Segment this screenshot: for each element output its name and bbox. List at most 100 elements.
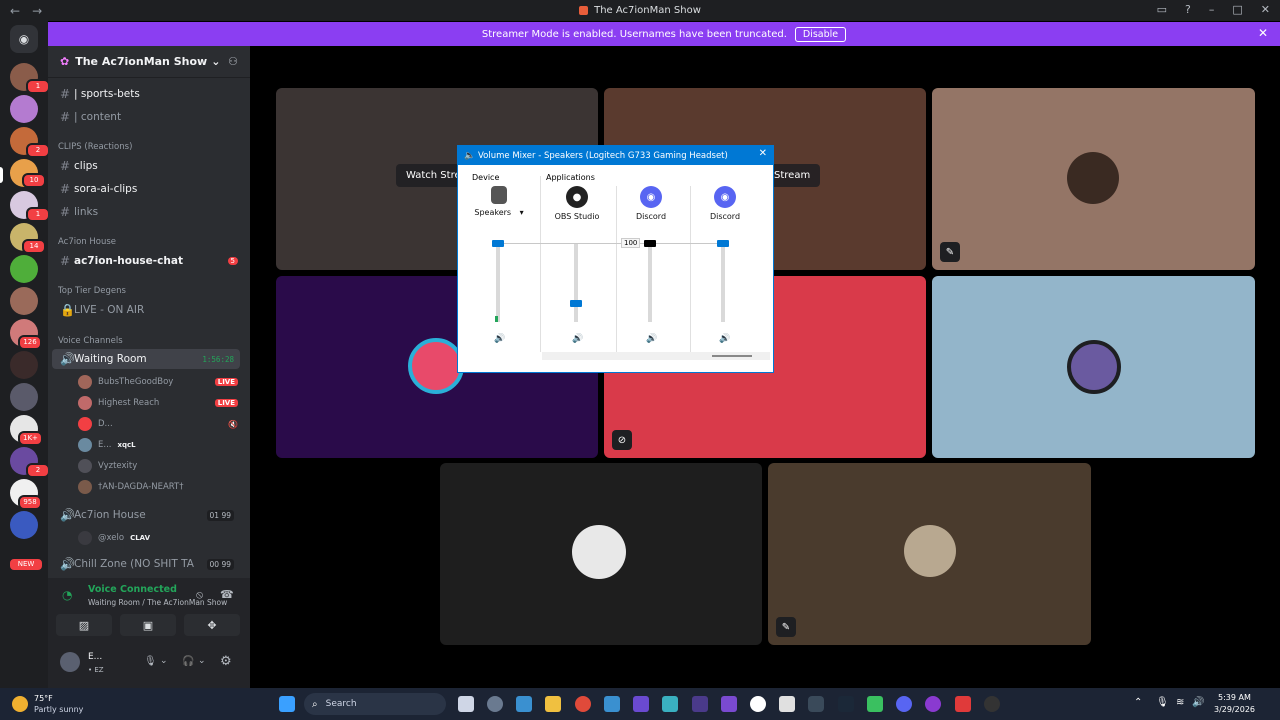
mute-speaker-icon[interactable]: 🔊 [494, 334, 505, 344]
channel-content[interactable]: # | content [52, 107, 240, 127]
category-voice-channels[interactable]: Voice Channels [58, 336, 123, 346]
chevron-down-icon[interactable]: ⌄ [160, 656, 168, 666]
server-icon[interactable] [10, 351, 38, 379]
invite-icon[interactable]: ⚇ [228, 55, 238, 68]
horizontal-scrollbar[interactable] [542, 352, 770, 360]
volume-slider-thumb[interactable] [570, 300, 582, 307]
maximize-icon[interactable]: □ [1232, 3, 1242, 16]
voice-user[interactable]: @xelo CLAV [78, 529, 238, 547]
headphones-icon[interactable]: 🎧 [182, 656, 194, 667]
server-header[interactable]: ✿ The Ac7ionMan Show ⌄ ⚇ [48, 46, 250, 78]
task-view-icon[interactable] [458, 696, 474, 712]
voice-channel-chill-zone[interactable]: 🔊 Chill Zone (NO SHIT TA... 00 99 [52, 554, 240, 574]
clock-date[interactable]: 3/29/2026 [1214, 705, 1255, 714]
chevron-down-icon[interactable]: ▾ [520, 208, 524, 217]
app-icon[interactable] [692, 696, 708, 712]
noise-suppression-icon[interactable]: ⦸ [196, 588, 203, 602]
voice-user[interactable]: Highest Reach LIVE [78, 394, 238, 412]
app-icon[interactable] [750, 696, 766, 712]
server-icon[interactable] [10, 287, 38, 315]
obs-taskbar-icon[interactable] [984, 696, 1000, 712]
app-icon[interactable] [721, 696, 737, 712]
app-icon[interactable] [779, 696, 795, 712]
app-icon[interactable] [662, 696, 678, 712]
server-icon[interactable] [10, 383, 38, 411]
weather-widget[interactable]: 75°F Partly sunny [12, 692, 102, 716]
voice-channel-action-house[interactable]: 🔊 Ac7ion House 01 99 [52, 505, 240, 525]
avatar[interactable] [60, 652, 80, 672]
screen-share-button[interactable]: ▣ [120, 614, 176, 636]
channel-live-on-air[interactable]: 🔒 LIVE - ON AIR [52, 300, 240, 320]
game-icon[interactable] [633, 696, 649, 712]
mute-speaker-icon[interactable]: 🔊 [646, 334, 657, 344]
voice-user[interactable]: BubsTheGoodBoy LIVE [78, 373, 238, 391]
channel-sora-ai-clips[interactable]: # sora-ai-clips [52, 179, 240, 199]
discord-home-icon[interactable]: ◉ [10, 25, 38, 53]
server-icon[interactable] [10, 255, 38, 283]
clock-time[interactable]: 5:39 AM [1218, 693, 1251, 702]
file-explorer-icon[interactable] [545, 696, 561, 712]
channel-action-house-chat[interactable]: # ac7ion-house-chat 5 [52, 251, 240, 271]
tray-chevron-up-icon[interactable]: ⌃ [1134, 697, 1142, 708]
settings-gear-icon[interactable]: ⚙ [220, 654, 232, 669]
channel-links[interactable]: # links [52, 202, 240, 222]
app-icon[interactable] [808, 696, 824, 712]
tray-microphone-icon[interactable]: 🎙 [1156, 697, 1169, 708]
volume-slider-thumb[interactable] [717, 240, 729, 247]
tray-wifi-icon[interactable]: ≋ [1176, 697, 1184, 708]
voice-user[interactable]: Vyztexity [78, 457, 238, 475]
inbox-icon[interactable]: ▭ [1157, 3, 1167, 16]
channel-sports-bets[interactable]: # | sports-bets [52, 84, 240, 104]
volume-slider-thumb[interactable] [492, 240, 504, 247]
disconnect-icon[interactable]: ☎ [220, 588, 234, 601]
app-icon[interactable] [955, 696, 971, 712]
photos-icon[interactable] [516, 696, 532, 712]
disable-button[interactable]: Disable [794, 26, 847, 42]
camera-button[interactable]: ▨ [56, 614, 112, 636]
close-window-icon[interactable]: ✕ [1261, 3, 1270, 16]
minimize-icon[interactable]: – [1209, 3, 1215, 16]
voice-user[interactable]: D... 🔇 [78, 415, 238, 433]
app-icon[interactable] [867, 696, 883, 712]
category-action-house[interactable]: Ac7ion House [58, 237, 116, 247]
voice-user[interactable]: †AN-DAGDA-NEART† [78, 478, 238, 496]
mute-speaker-icon[interactable]: 🔊 [572, 334, 583, 344]
microphone-icon[interactable]: 🎙 [144, 656, 157, 667]
search-box[interactable]: ⌕ Search [304, 693, 446, 715]
voice-user[interactable]: E... xqcL [78, 436, 238, 454]
video-tile[interactable] [932, 276, 1255, 458]
discord-icon[interactable]: ◉ [640, 186, 662, 208]
server-icon[interactable] [10, 511, 38, 539]
windows-start-icon[interactable] [279, 696, 295, 712]
help-icon[interactable]: ? [1185, 3, 1191, 16]
scrollbar-thumb[interactable] [712, 355, 752, 357]
category-top-tier-degens[interactable]: Top Tier Degens [58, 286, 126, 296]
mute-speaker-icon[interactable]: 🔊 [719, 334, 730, 344]
volume-track[interactable] [496, 244, 500, 322]
app-icon[interactable] [925, 696, 941, 712]
chevron-down-icon[interactable]: ⌄ [198, 656, 206, 666]
volume-track[interactable] [721, 244, 725, 322]
category-clips[interactable]: CLIPS (Reactions) [58, 142, 132, 152]
close-banner-icon[interactable]: ✕ [1258, 26, 1268, 40]
settings-app-icon[interactable] [487, 696, 503, 712]
notepad-icon[interactable] [604, 696, 620, 712]
volume-track[interactable] [574, 244, 578, 322]
activities-button[interactable]: ✥ [184, 614, 240, 636]
voice-status[interactable]: Voice Connected [88, 584, 177, 595]
video-tile[interactable]: ✎ [932, 88, 1255, 270]
server-icon[interactable] [10, 95, 38, 123]
video-tile[interactable] [440, 463, 762, 645]
volume-slider-thumb[interactable] [644, 240, 656, 247]
steam-icon[interactable] [838, 696, 854, 712]
voice-channel-waiting-room[interactable]: 🔊 Waiting Room 1:56:28 [52, 349, 240, 369]
close-icon[interactable]: ✕ [759, 148, 767, 159]
discord-icon[interactable]: ◉ [714, 186, 736, 208]
speaker-device-icon[interactable] [491, 186, 507, 204]
chrome-icon[interactable] [575, 696, 591, 712]
tray-volume-icon[interactable]: 🔊 [1192, 697, 1204, 708]
channel-clips[interactable]: # clips [52, 156, 240, 176]
discord-taskbar-icon[interactable] [896, 696, 912, 712]
obs-icon[interactable]: ● [566, 186, 588, 208]
video-tile[interactable]: ✎ [768, 463, 1091, 645]
